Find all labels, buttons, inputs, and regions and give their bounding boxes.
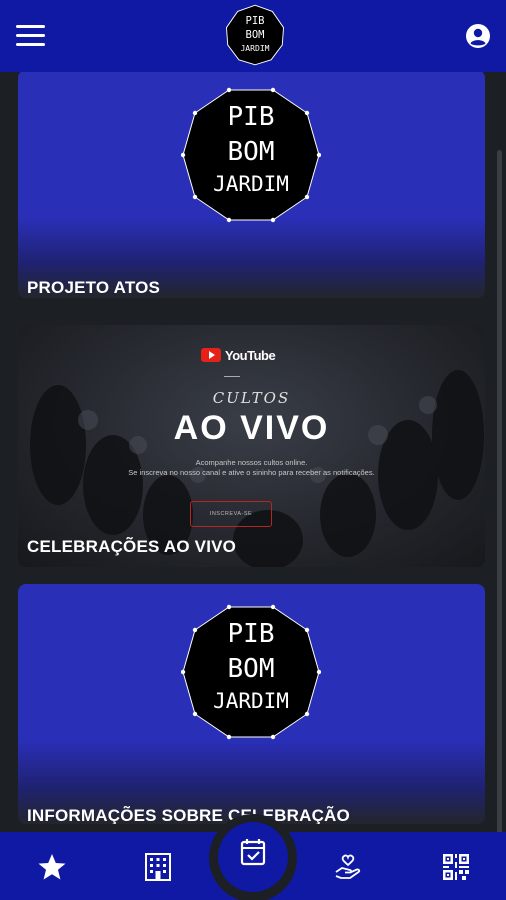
- card-title: INFORMAÇÕES SOBRE CELEBRAÇÃO: [27, 806, 350, 824]
- svg-text:BOM: BOM: [228, 654, 275, 684]
- calendar-check-icon: [240, 839, 266, 866]
- subscribe-button[interactable]: INSCREVA-SE: [190, 501, 272, 527]
- app-header: PIB BOM JARDIM: [0, 0, 506, 72]
- svg-text:PIB: PIB: [245, 15, 264, 27]
- account-icon[interactable]: [465, 23, 491, 49]
- youtube-logo: YouTube: [201, 345, 276, 365]
- app-screen: PIB BOM JARDIM PIB BOM JARDIM PROJETO AT…: [0, 0, 506, 900]
- content-list[interactable]: PIB BOM JARDIM PROJETO ATOS YouTube CULT…: [0, 72, 506, 832]
- star-icon[interactable]: [37, 852, 67, 882]
- card-celebracoes-ao-vivo[interactable]: YouTube CULTOS AO VIVO Acompanhe nossos …: [18, 325, 485, 567]
- card-projeto-atos[interactable]: PIB BOM JARDIM PROJETO ATOS: [18, 72, 485, 298]
- svg-text:PIB: PIB: [228, 102, 275, 132]
- svg-text:BOM: BOM: [245, 29, 264, 41]
- hand-heart-icon[interactable]: [333, 852, 363, 882]
- pib-logo: PIB BOM JARDIM: [181, 87, 321, 223]
- building-icon[interactable]: [143, 852, 173, 882]
- card-title: CELEBRAÇÕES AO VIVO: [27, 537, 237, 556]
- svg-text:BOM: BOM: [228, 137, 275, 167]
- card-title: PROJETO ATOS: [27, 278, 161, 297]
- header-logo: PIB BOM JARDIM: [226, 4, 284, 66]
- qr-code-icon[interactable]: [441, 852, 471, 882]
- banner-subtitle: CULTOS: [212, 389, 291, 407]
- divider: [224, 376, 240, 377]
- calendar-nav-button[interactable]: [218, 822, 288, 892]
- youtube-banner: YouTube CULTOS AO VIVO Acompanhe nossos …: [18, 325, 485, 567]
- banner-headline: AO VIVO: [173, 409, 330, 447]
- menu-icon[interactable]: [16, 25, 45, 46]
- youtube-play-icon: [201, 348, 221, 362]
- card-banner: PIB BOM JARDIM: [18, 584, 485, 824]
- scrollbar[interactable]: [497, 150, 502, 832]
- card-banner: PIB BOM JARDIM: [18, 72, 485, 298]
- card-informacoes-celebracao[interactable]: PIB BOM JARDIM INFORMAÇÕES SOBRE CELEBRA…: [18, 584, 485, 824]
- svg-text:JARDIM: JARDIM: [240, 44, 269, 53]
- banner-description: Acompanhe nossos cultos online. Se inscr…: [128, 458, 375, 477]
- pib-logo: PIB BOM JARDIM: [181, 604, 321, 740]
- svg-text:JARDIM: JARDIM: [213, 172, 289, 196]
- svg-text:PIB: PIB: [228, 619, 275, 649]
- svg-text:JARDIM: JARDIM: [213, 689, 289, 713]
